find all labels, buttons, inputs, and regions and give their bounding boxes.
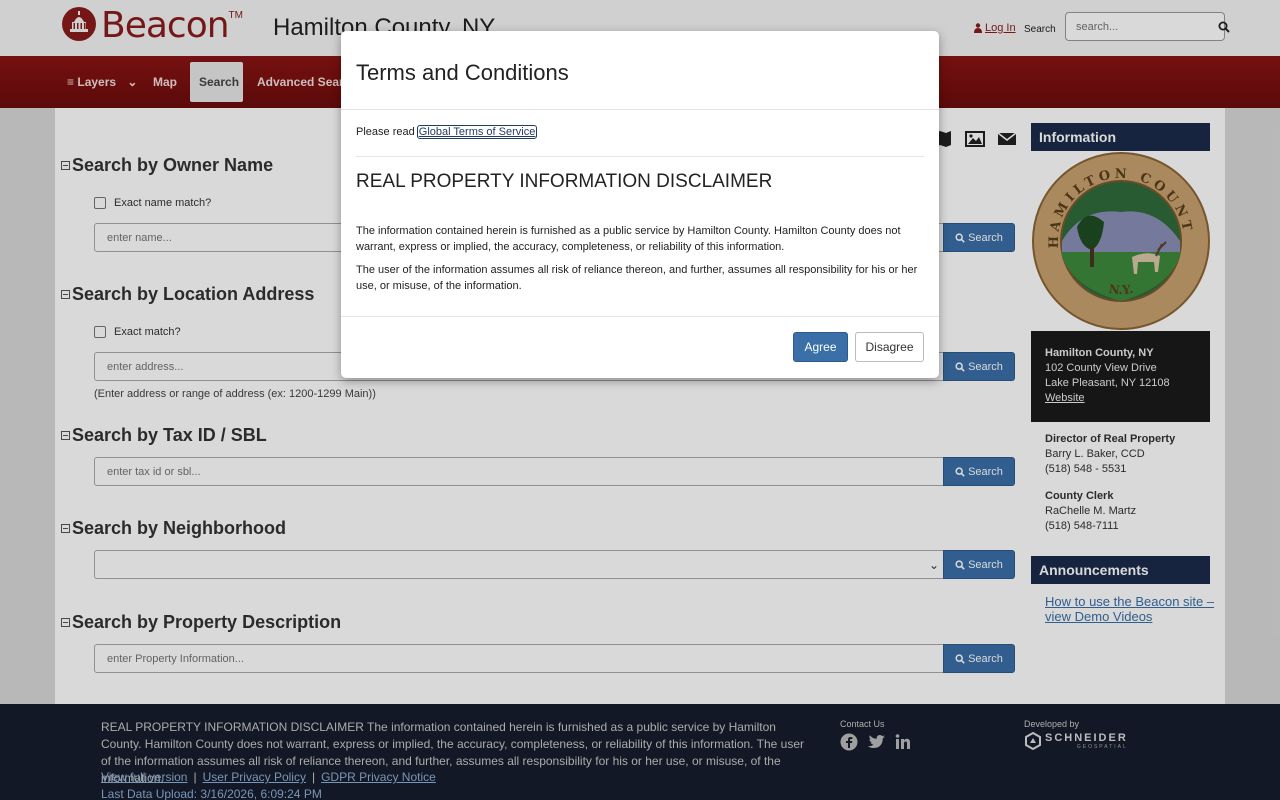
- modal-footer-divider: [341, 316, 939, 317]
- please-read-text: Please read: [356, 126, 415, 138]
- modal-disclaimer-title: REAL PROPERTY INFORMATION DISCLAIMER: [356, 171, 773, 192]
- disagree-button[interactable]: Disagree: [855, 332, 924, 362]
- modal-header-divider: [341, 109, 939, 110]
- please-read-line: Please read Global Terms of Service: [356, 125, 538, 139]
- agree-button[interactable]: Agree: [793, 332, 848, 362]
- modal-paragraph-1: The information contained herein is furn…: [356, 225, 901, 253]
- modal-title: Terms and Conditions: [356, 60, 569, 85]
- global-terms-link[interactable]: Global Terms of Service: [416, 125, 538, 139]
- modal-paragraph-2: The user of the information assumes all …: [356, 264, 918, 292]
- terms-modal: Terms and Conditions Please read Global …: [341, 31, 939, 378]
- modal-inner-divider: [356, 156, 924, 157]
